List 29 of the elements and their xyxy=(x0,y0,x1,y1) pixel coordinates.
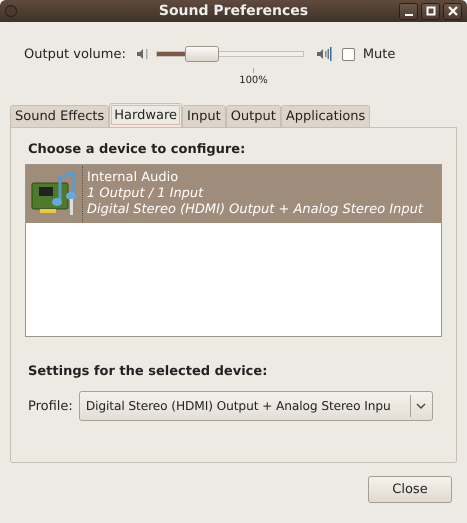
tab[interactable]: Output xyxy=(226,105,281,127)
profile-label: Profile: xyxy=(28,398,73,414)
section-heading: Settings for the selected device: xyxy=(28,364,268,379)
speaker-high-icon xyxy=(316,47,332,61)
volume-reading: 100% xyxy=(239,75,268,86)
volume-slider[interactable] xyxy=(154,46,306,62)
device-name: Internal Audio xyxy=(87,170,180,186)
tab[interactable]: Hardware xyxy=(109,103,182,127)
close-icon xyxy=(448,6,458,16)
mute-checkbox[interactable] xyxy=(342,48,355,60)
output-volume-label: Output volume: xyxy=(24,46,126,62)
device-profile: Digital Stereo (HDMI) Output + Analog Stereo Input xyxy=(87,202,423,218)
window-title: Sound Preferences xyxy=(158,3,308,19)
close-button[interactable]: Close xyxy=(368,476,452,503)
profile-dropdown[interactable]: Digital Stereo (HDMI) Output + Analog Stereo Inpu xyxy=(78,391,433,421)
minimize-button[interactable] xyxy=(399,2,418,20)
tab[interactable]: Sound Effects xyxy=(10,105,110,127)
mute-label: Mute xyxy=(362,46,396,62)
close-window-button[interactable] xyxy=(443,2,462,20)
slider-thumb[interactable] xyxy=(184,46,219,62)
speaker-low-icon xyxy=(136,47,148,61)
device-ports: 1 Output / 1 Input xyxy=(87,186,204,202)
tab[interactable]: Applications xyxy=(280,105,370,127)
section-heading: Choose a device to configure: xyxy=(28,142,246,157)
maximize-button[interactable] xyxy=(421,2,440,20)
chevron-down-icon xyxy=(416,402,426,410)
maximize-icon xyxy=(426,6,436,16)
minimize-icon xyxy=(404,14,412,16)
tab[interactable]: Input xyxy=(182,105,226,127)
